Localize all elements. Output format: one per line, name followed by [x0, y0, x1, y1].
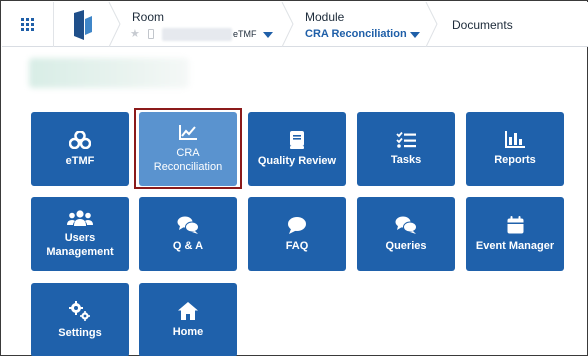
tile-label: Queries: [385, 239, 427, 252]
home-icon: [178, 301, 198, 320]
top-bar: Room ★ eTMF Module CRA Reconciliation Do…: [2, 2, 588, 47]
star-icon[interactable]: ★: [130, 27, 140, 40]
breadcrumb-separator: [425, 2, 438, 47]
room-selector[interactable]: ★ eTMF: [130, 27, 282, 43]
tile-q-and-a[interactable]: Q & A: [139, 197, 237, 271]
tile-event-manager[interactable]: Event Manager: [466, 197, 564, 271]
chat-bubble-icon: [288, 216, 306, 234]
breadcrumb-room[interactable]: Room ★ eTMF: [130, 10, 282, 41]
etmf-icon: [69, 130, 91, 149]
chat-bubbles-icon: [177, 216, 199, 234]
tile-label: Quality Review: [257, 154, 337, 167]
room-tag: eTMF: [233, 29, 257, 39]
chat-bubbles-icon: [395, 216, 417, 234]
tile-users-management[interactable]: Users Management: [31, 197, 129, 271]
breadcrumb-module[interactable]: Module CRA Reconciliation: [305, 10, 435, 40]
book-icon: [290, 130, 304, 149]
tile-home[interactable]: Home: [139, 283, 237, 356]
chevron-down-icon[interactable]: [410, 32, 420, 38]
task-list-icon: [396, 131, 416, 148]
tile-quality-review[interactable]: Quality Review: [248, 112, 346, 186]
mobile-icon: [148, 29, 154, 39]
brand-logo[interactable]: [58, 6, 108, 44]
tile-label: Home: [172, 325, 204, 338]
selection-highlight: [134, 108, 242, 189]
tile-label: Event Manager: [475, 239, 555, 252]
chevron-down-icon[interactable]: [263, 32, 273, 38]
tile-label: Settings: [58, 326, 102, 339]
module-value: CRA Reconciliation: [305, 28, 407, 40]
gears-icon: [69, 300, 90, 321]
tile-label: Users Management: [46, 231, 114, 258]
room-name-redacted: [162, 28, 232, 41]
module-selector[interactable]: CRA Reconciliation: [305, 28, 407, 40]
users-icon: [67, 209, 93, 226]
tile-etmf[interactable]: eTMF: [31, 112, 129, 186]
app-frame: Room ★ eTMF Module CRA Reconciliation Do…: [0, 0, 588, 356]
tile-label: FAQ: [285, 239, 309, 252]
module-label: Module: [305, 10, 345, 24]
room-label: Room: [132, 10, 165, 24]
tile-label: eTMF: [65, 154, 95, 167]
tile-label: Q & A: [172, 239, 204, 252]
breadcrumb-separator: [281, 2, 294, 47]
app-grid-button[interactable]: [2, 2, 54, 47]
tile-label: Reports: [494, 154, 536, 166]
tile-faq[interactable]: FAQ: [248, 197, 346, 271]
tile-reports[interactable]: Reports: [466, 112, 564, 186]
tile-settings[interactable]: Settings: [31, 283, 129, 356]
grid-icon: [21, 18, 34, 31]
breadcrumb-documents[interactable]: Documents: [452, 18, 513, 32]
user-name-redacted: [29, 58, 189, 88]
tile-queries[interactable]: Queries: [357, 197, 455, 271]
breadcrumb-separator: [108, 2, 121, 47]
tile-tasks[interactable]: Tasks: [357, 112, 455, 186]
tile-label: Tasks: [390, 153, 422, 166]
calendar-icon: [507, 215, 523, 233]
bar-chart-icon: [505, 131, 525, 148]
